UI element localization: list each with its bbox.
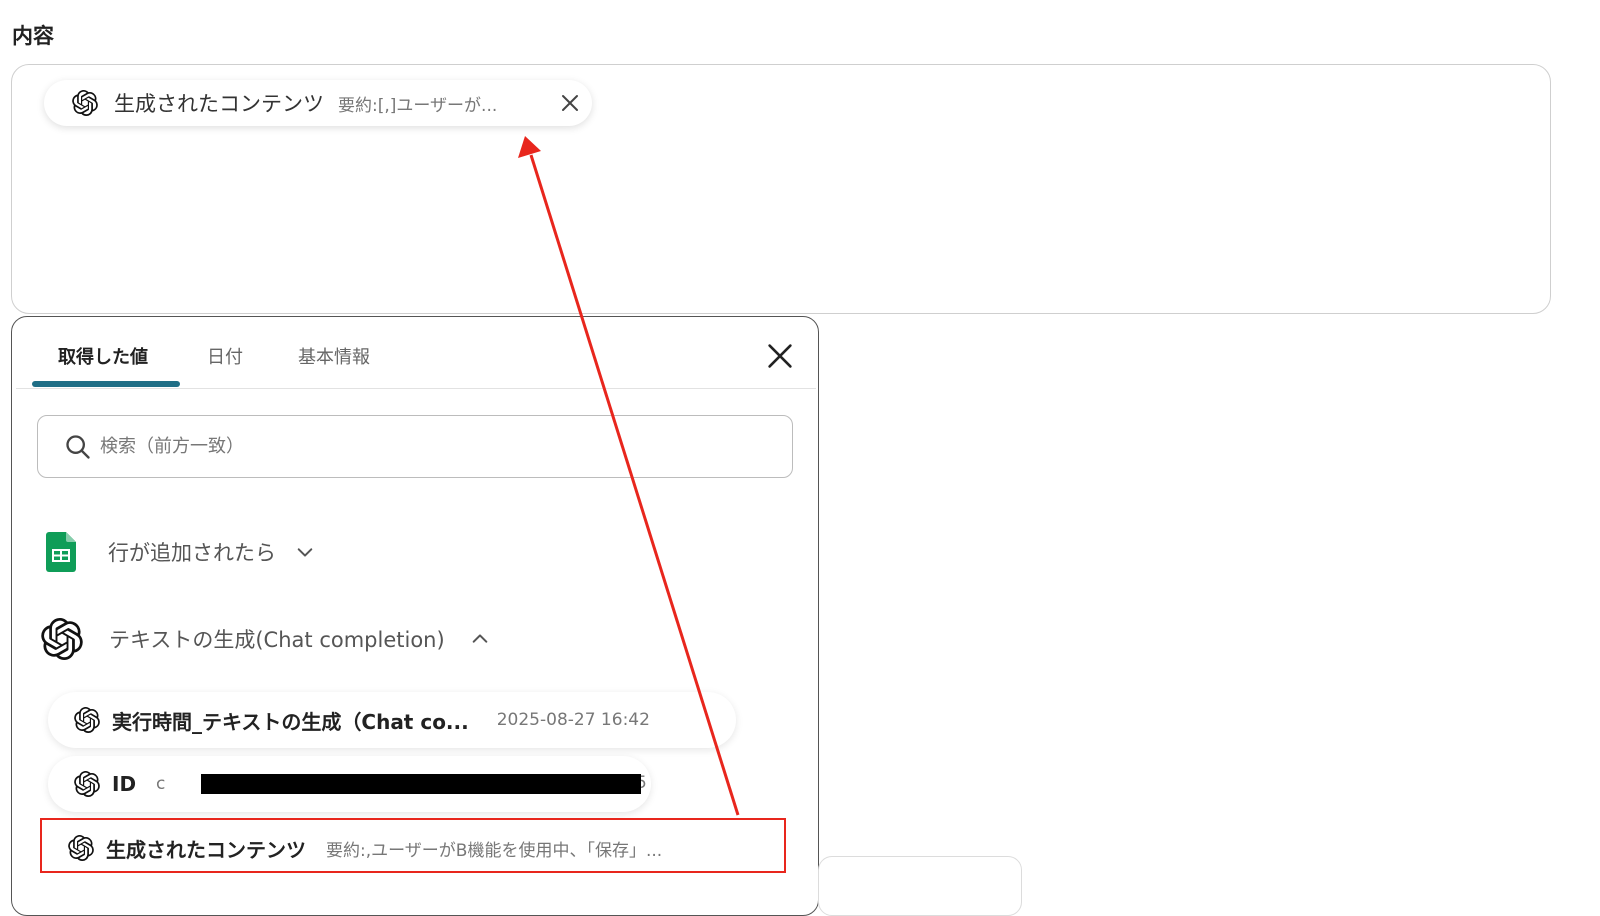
close-icon[interactable] [767, 343, 793, 369]
openai-icon [72, 90, 98, 116]
google-sheets-icon [46, 532, 76, 572]
redaction-bar [201, 774, 641, 794]
chevron-down-icon [297, 548, 313, 557]
openai-icon [74, 707, 100, 733]
openai-icon [74, 771, 100, 797]
tab-date[interactable]: 日付 [207, 343, 243, 369]
chip-remove-icon[interactable] [560, 93, 580, 113]
list-item-execution-time[interactable]: 実行時間_テキストの生成（Chat co... 2025-08-27 16:42 [48, 692, 736, 748]
selected-variable-chip[interactable]: 生成されたコンテンツ 要約:[,]ユーザーが... [44, 80, 592, 126]
openai-icon [41, 618, 83, 660]
annotation-highlight-box [40, 818, 786, 873]
item-name: ID [112, 772, 137, 796]
active-tab-indicator [32, 381, 180, 387]
search-field[interactable] [37, 415, 793, 478]
group-name: テキストの生成(Chat completion) [109, 628, 445, 652]
group-row-added[interactable]: 行が追加されたら [46, 532, 314, 572]
content-field[interactable]: 生成されたコンテンツ 要約:[,]ユーザーが... [11, 64, 1551, 314]
list-item-id[interactable]: ID c 5 [48, 756, 651, 812]
chevron-up-icon [472, 634, 487, 643]
tab-acquired-values[interactable]: 取得した値 [58, 343, 148, 369]
background-element [818, 856, 1022, 916]
section-label: 内容 [12, 24, 54, 48]
search-icon [66, 434, 90, 459]
item-value-prefix: c [156, 774, 166, 794]
chip-value: 要約:[,]ユーザーが... [338, 95, 498, 116]
chip-name: 生成されたコンテンツ [114, 92, 324, 116]
item-name: 実行時間_テキストの生成（Chat co... [112, 709, 469, 734]
group-name: 行が追加されたら [108, 541, 276, 565]
search-input[interactable] [98, 435, 742, 458]
tab-bar: 取得した値 日付 基本情報 [16, 317, 816, 389]
tab-basic-info[interactable]: 基本情報 [298, 343, 370, 369]
group-row-chat-completion[interactable]: テキストの生成(Chat completion) [41, 618, 489, 660]
item-value: 2025-08-27 16:42 [496, 710, 650, 730]
